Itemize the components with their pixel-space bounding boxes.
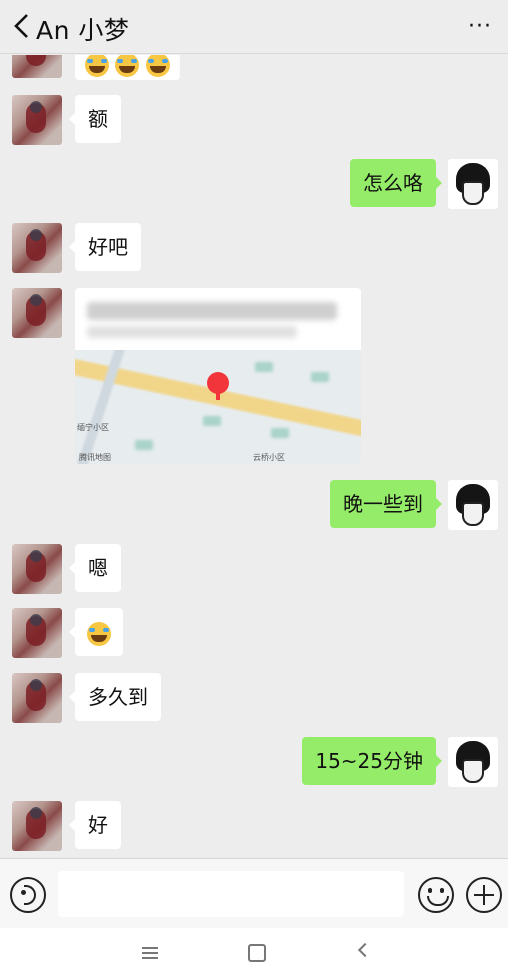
contact-avatar[interactable] (12, 95, 62, 145)
map-block (311, 372, 329, 382)
crying-laughing-emoji-icon (85, 55, 109, 77)
message-bubble-incoming: 额 (69, 95, 121, 143)
back-nav-icon[interactable] (357, 942, 373, 958)
more-actions-plus-icon[interactable] (466, 877, 502, 913)
map-block (255, 362, 273, 372)
map-logo: 腾讯地图 (79, 453, 111, 462)
more-options-icon[interactable]: ··· (468, 14, 492, 39)
contact-avatar[interactable] (12, 608, 62, 658)
location-pin-tail (216, 390, 220, 400)
message-bubble-incoming: 多久到 (69, 673, 161, 721)
contact-avatar[interactable] (12, 673, 62, 723)
crying-laughing-emoji-icon (145, 55, 170, 77)
my-avatar[interactable] (448, 480, 498, 530)
map-block (271, 428, 289, 438)
message-bubble-outgoing: 15~25分钟 (302, 737, 442, 785)
message-bubble-incoming: 好 (69, 801, 121, 849)
message-bubble-outgoing: 怎么咯 (350, 159, 442, 207)
crying-laughing-emoji-icon (115, 55, 140, 77)
location-title-blurred (87, 302, 337, 320)
map-label: 缅宁小区 (77, 423, 109, 432)
message-bubble-emoji (69, 608, 123, 656)
message-bubble-incoming: 好吧 (69, 223, 141, 271)
map-block (203, 416, 221, 426)
message-bubble-outgoing: 晚一些到 (330, 480, 442, 528)
home-icon[interactable] (248, 944, 266, 962)
map-block (135, 440, 153, 450)
menu-icon[interactable] (142, 952, 158, 954)
my-avatar[interactable] (448, 159, 498, 209)
location-address-blurred (87, 326, 297, 338)
map-preview: 缅宁小区 腾讯地图 云桥小区 (75, 350, 361, 464)
emoji-picker-icon[interactable] (418, 877, 454, 913)
contact-avatar[interactable] (12, 801, 62, 851)
chat-title: An 小梦 (36, 16, 130, 45)
system-navigation-bar (0, 928, 508, 979)
chat-header: An 小梦 ··· (0, 0, 508, 54)
chat-input-bar (0, 858, 508, 928)
location-card[interactable]: 缅宁小区 腾讯地图 云桥小区 (75, 288, 361, 464)
contact-avatar[interactable] (12, 288, 62, 338)
crying-laughing-emoji-icon (87, 621, 111, 646)
voice-input-icon[interactable] (10, 877, 46, 913)
message-input[interactable] (58, 871, 404, 917)
contact-avatar[interactable] (12, 544, 62, 594)
back-arrow-icon[interactable] (10, 10, 34, 42)
contact-avatar[interactable] (12, 223, 62, 273)
message-bubble-incoming: 嗯 (69, 544, 121, 592)
map-label: 云桥小区 (253, 453, 285, 462)
my-avatar[interactable] (448, 737, 498, 787)
